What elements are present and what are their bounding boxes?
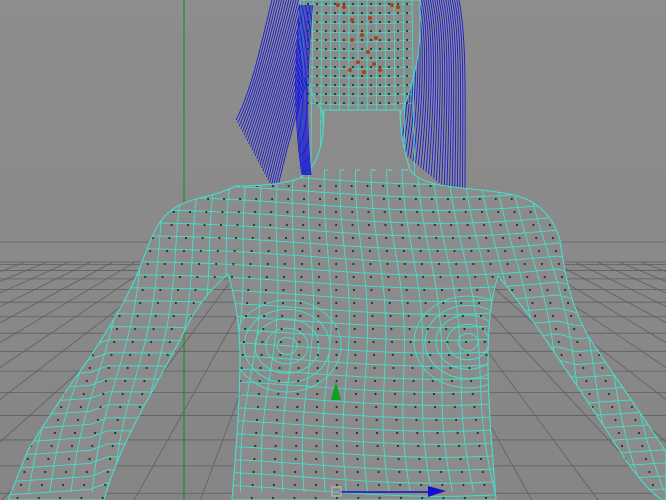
3d-viewport[interactable] [0, 0, 666, 500]
body-wireframe-mesh [7, 109, 666, 500]
scene-canvas[interactable] [0, 0, 666, 500]
